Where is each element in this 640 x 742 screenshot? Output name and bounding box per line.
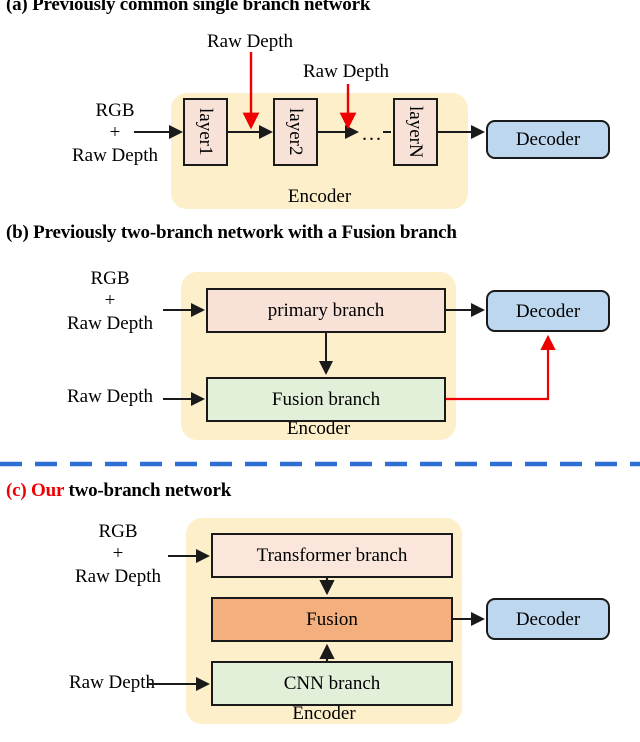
panel-c-fusion-box[interactable]: Fusion xyxy=(211,597,453,642)
panel-c-input-line-1: RGB xyxy=(98,521,138,542)
panel-a-caption-text: Previously common single branch network xyxy=(27,0,371,15)
panel-a-caption-prefix: (a) xyxy=(6,0,28,15)
panel-b-caption-text: Previously two-branch network with a Fus… xyxy=(28,222,457,243)
panel-b-primary-branch-box[interactable]: primary branch xyxy=(206,288,446,333)
panel-c-caption-text: two-branch network xyxy=(63,480,232,501)
panel-a-raw-depth-text-2: Raw Depth xyxy=(303,61,390,82)
panel-a-input-line-3: Raw Depth xyxy=(71,144,158,166)
panel-a-layer2-label: layer2 xyxy=(285,108,306,156)
panel-a-input-label: RGB + Raw Depth xyxy=(56,100,174,167)
panel-b-input-line-3: Raw Depth xyxy=(66,312,153,334)
panel-c-fusion-label: Fusion xyxy=(306,609,358,630)
panel-a-raw-depth-text-1: Raw Depth xyxy=(207,31,294,52)
panel-c-decoder-label: Decoder xyxy=(515,608,581,630)
panel-c-caption-prefix: (c) xyxy=(6,480,27,501)
panel-a-layer1-label: layer1 xyxy=(195,108,216,156)
panel-c-cnn-branch-label: CNN branch xyxy=(283,673,381,694)
panel-a-ellipsis: ... xyxy=(362,123,383,145)
figure-canvas: (a) Previously common single branch netw… xyxy=(0,0,640,742)
panel-a-decoder-label: Decoder xyxy=(515,129,581,150)
panel-c-encoder-label: Encoder xyxy=(292,703,356,724)
panel-c-input-label-1: RGB + Raw Depth xyxy=(56,521,180,588)
panel-a-caption: (a) Previously common single branch netw… xyxy=(6,0,370,16)
panel-c-caption: (c) Our two-branch network xyxy=(6,480,231,502)
panel-a-layerN-label: layerN xyxy=(405,106,426,158)
panel-b-input-label-2: Raw Depth xyxy=(66,386,153,407)
panel-b-decoder-label: Decoder xyxy=(515,300,581,322)
panel-b-caption: (b) Previously two-branch network with a… xyxy=(6,222,457,244)
panel-c-input-line-2: + xyxy=(112,543,124,565)
panel-a-layer2-box[interactable]: layer2 xyxy=(273,98,318,166)
panel-c-transformer-branch-label: Transformer branch xyxy=(256,545,408,566)
panel-a-encoder-label: Encoder xyxy=(287,186,352,207)
panel-b-decoder-box[interactable]: Decoder xyxy=(486,290,610,332)
panel-b-caption-prefix: (b) xyxy=(6,222,29,243)
panel-b-fusion-branch-label: Fusion branch xyxy=(271,389,381,410)
panel-c-caption-highlight: Our xyxy=(26,480,64,501)
panel-b-input-label-1: RGB + Raw Depth xyxy=(50,268,170,335)
panel-a-raw-depth-annotation-2: Raw Depth xyxy=(303,61,389,83)
panel-b-input-line-2: + xyxy=(104,290,116,312)
panel-a-input-line-2: + xyxy=(109,122,121,144)
panel-b-primary-branch-label: primary branch xyxy=(267,300,385,321)
panel-c-cnn-branch-box[interactable]: CNN branch xyxy=(211,661,453,706)
panel-a-decoder-box[interactable]: Decoder xyxy=(486,120,610,159)
panel-c-input-line-3: Raw Depth xyxy=(74,565,161,587)
panel-c-decoder-box[interactable]: Decoder xyxy=(486,598,610,640)
panel-a-layer1-box[interactable]: layer1 xyxy=(183,98,228,166)
panel-a-raw-depth-annotation-1: Raw Depth xyxy=(207,31,293,53)
panel-b-input-line-1: RGB xyxy=(90,268,130,289)
panel-b-red-arrow-fusion-to-decoder xyxy=(446,334,556,401)
panel-b-fusion-branch-box[interactable]: Fusion branch xyxy=(206,377,446,422)
panel-c-input-label-2: Raw Depth xyxy=(68,672,155,693)
panel-c-transformer-branch-box[interactable]: Transformer branch xyxy=(211,533,453,578)
panel-a-input-line-1: RGB xyxy=(95,100,135,121)
panel-a-layerN-box[interactable]: layerN xyxy=(393,98,438,166)
